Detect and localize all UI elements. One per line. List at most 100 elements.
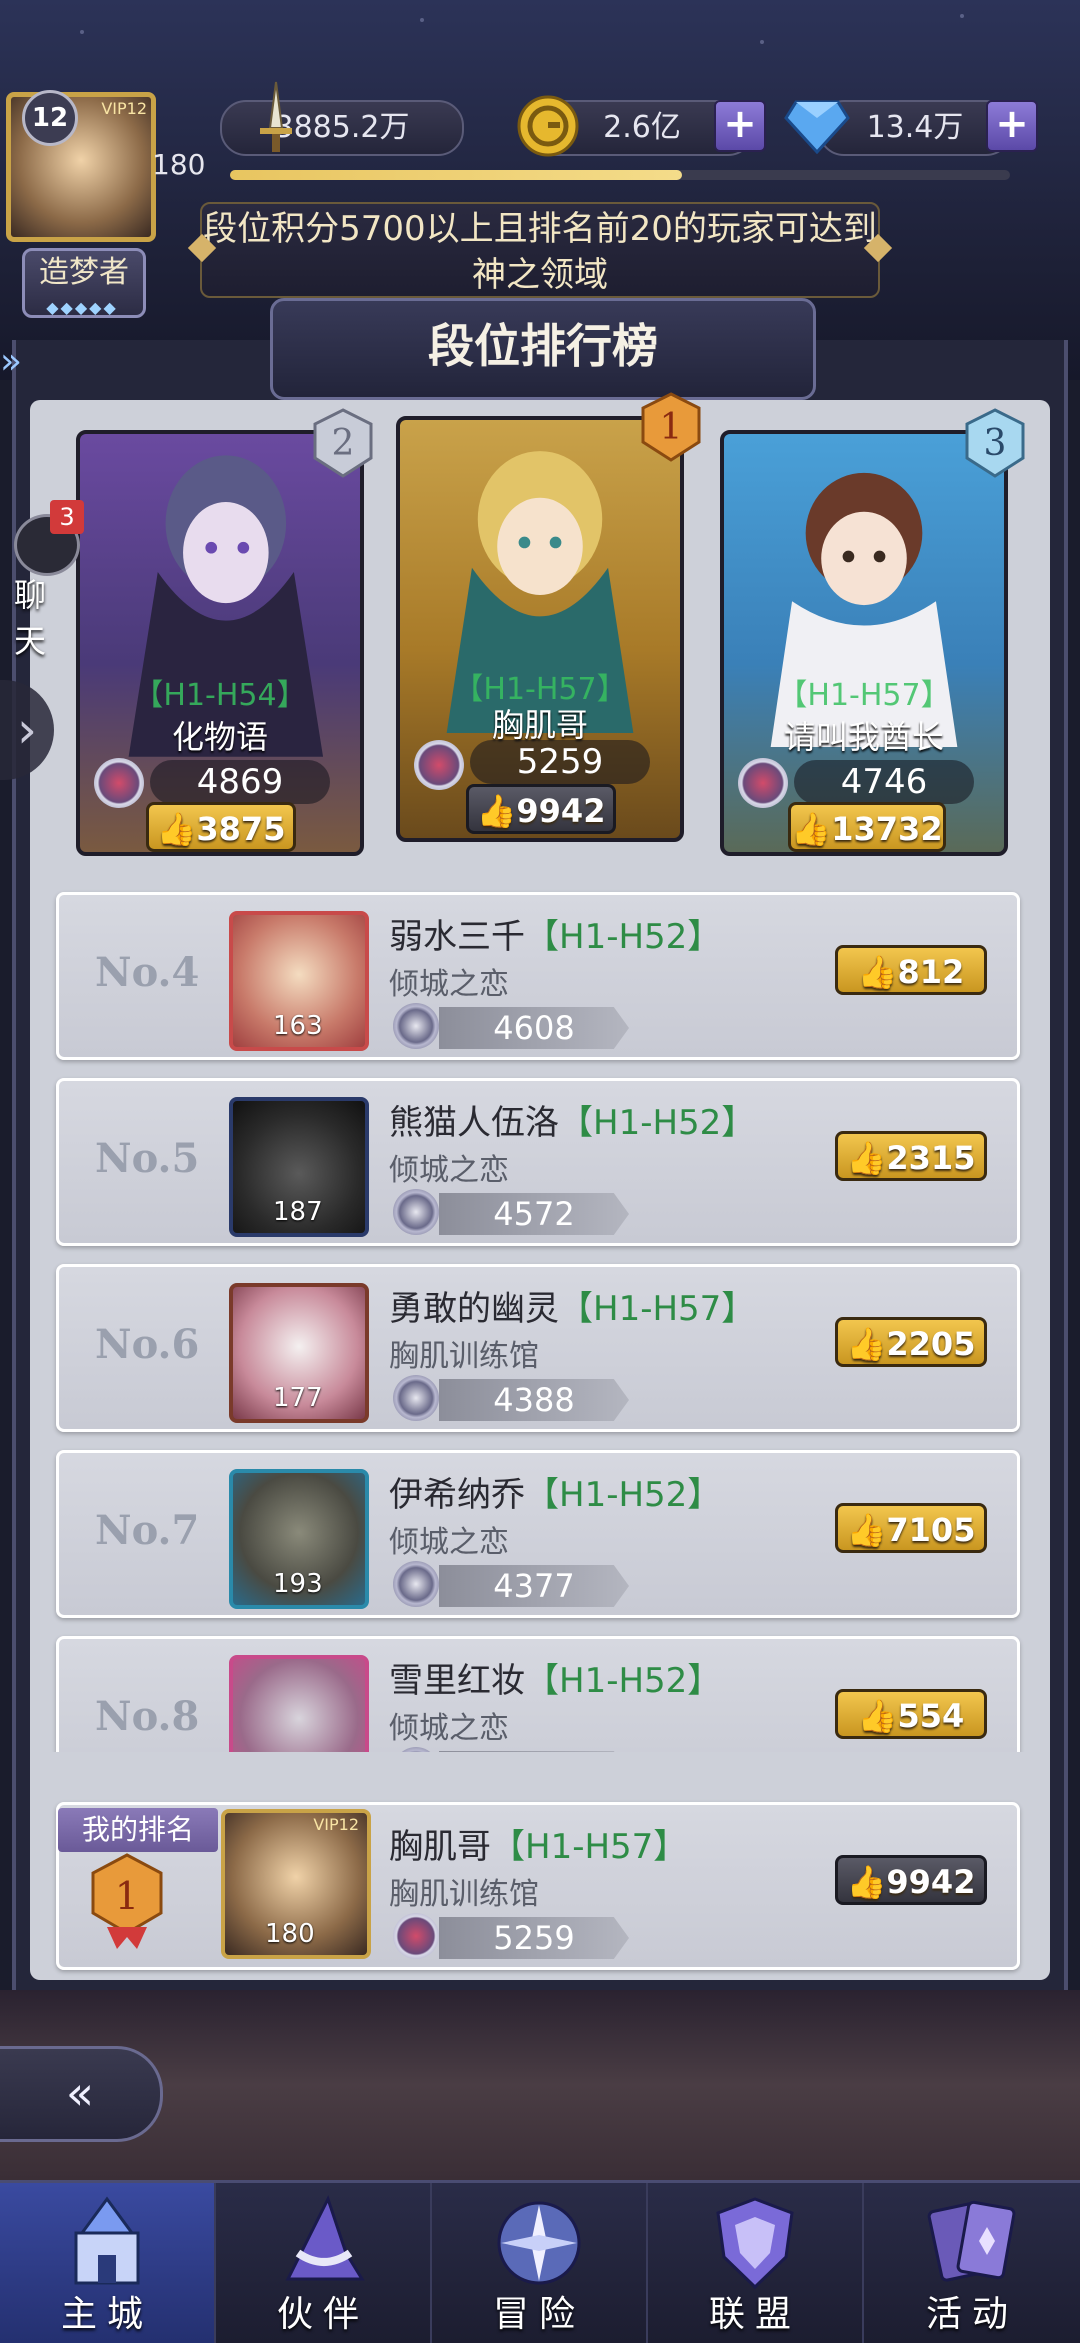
- nav-label: 冒险: [492, 2294, 585, 2335]
- nav-tab-alliance[interactable]: 联盟: [648, 2183, 864, 2343]
- nav-tab-adventure[interactable]: 冒险: [432, 2183, 648, 2343]
- my-name-text: 胸肌哥: [389, 1827, 491, 1867]
- nav-tab-events[interactable]: 活动: [864, 2183, 1080, 2343]
- rank-score: 4377: [439, 1565, 629, 1607]
- chat-button[interactable]: 3 聊天: [4, 500, 88, 660]
- my-rank-label: 我的排名: [58, 1808, 218, 1852]
- player-name-text: 熊猫人伍洛: [389, 1103, 559, 1143]
- like-count: 2205: [886, 1325, 976, 1363]
- add-gold-button[interactable]: +: [714, 100, 766, 152]
- rank-emblem-icon: [393, 1375, 439, 1421]
- star-decoration: [420, 18, 424, 22]
- chat-label: 聊天: [14, 576, 53, 660]
- like-button[interactable]: 👍554: [835, 1689, 987, 1739]
- player-avatar[interactable]: 193: [229, 1469, 369, 1609]
- table-row[interactable]: No.6 177 勇敢的幽灵【H1-H57】 胸肌训练馆 4388 👍2205: [56, 1264, 1020, 1432]
- my-avatar[interactable]: VIP12 180: [221, 1809, 371, 1959]
- nav-tab-partners[interactable]: 伙伴: [216, 2183, 432, 2343]
- vip-tag: VIP12: [101, 99, 147, 118]
- podium-card-1[interactable]: 【H1-H57】 胸肌哥 5259 👍9942: [396, 416, 684, 842]
- my-server: 【H1-H57】: [491, 1827, 688, 1867]
- diamond-value: 13.4万: [866, 110, 964, 145]
- guild-name: 胸肌训练馆: [389, 1339, 539, 1374]
- rank-score: [439, 1751, 629, 1752]
- medal-rank: 1: [660, 407, 683, 448]
- player-name: 弱水三千【H1-H52】: [389, 909, 721, 958]
- back-button[interactable]: «: [0, 2046, 163, 2142]
- podium-card-2[interactable]: 【H1-H54】 化物语 4869 👍3875: [76, 430, 364, 856]
- podium-server: 【H1-H54】: [133, 678, 307, 713]
- podium-score: 5259: [470, 740, 650, 784]
- nav-tab-main-city[interactable]: 主城: [0, 2183, 216, 2343]
- rank-emblem-icon: [393, 1913, 439, 1959]
- player-server: 【H1-H52】: [559, 1103, 756, 1143]
- guild-name: 倾城之恋: [389, 1153, 509, 1188]
- avatar-level: 163: [273, 1011, 323, 1041]
- rank-emblem-icon: [414, 740, 464, 790]
- nav-label: 联盟: [708, 2294, 801, 2335]
- shield-icon: [716, 2197, 794, 2290]
- like-button[interactable]: 👍13732: [788, 802, 946, 852]
- player-server: 【H1-H52】: [525, 1475, 722, 1515]
- like-count: 812: [897, 953, 965, 991]
- gold-value: 2.6亿: [603, 110, 681, 145]
- rank-emblem-icon: [393, 1189, 439, 1235]
- rank-emblem-icon: [393, 1561, 439, 1607]
- like-button[interactable]: 👍2315: [835, 1131, 987, 1181]
- like-button[interactable]: 👍812: [835, 945, 987, 995]
- player-avatar[interactable]: 187: [229, 1097, 369, 1237]
- like-button[interactable]: 👍2205: [835, 1317, 987, 1367]
- nav-label: 伙伴: [276, 2294, 369, 2335]
- like-count: 9942: [516, 792, 606, 830]
- podium-name: 化物语: [171, 718, 268, 756]
- rank-list[interactable]: No.4 163 弱水三千【H1-H52】 倾城之恋 4608 👍812 No.…: [0, 880, 1080, 1752]
- blue-medal-icon: 3: [965, 408, 1025, 478]
- wizard-hat-icon: [285, 2195, 365, 2281]
- podium-card-3[interactable]: 【H1-H57】 请叫我酋长 4746 👍13732: [720, 430, 1008, 856]
- player-avatar[interactable]: 163: [229, 911, 369, 1051]
- medal-rank: 2: [332, 423, 355, 464]
- like-button[interactable]: 👍3875: [146, 802, 296, 852]
- player-name-text: 勇敢的幽灵: [389, 1289, 559, 1329]
- rank-emblem-icon: [738, 758, 788, 808]
- player-name-text: 弱水三千: [389, 917, 525, 957]
- player-avatar[interactable]: 177: [229, 1283, 369, 1423]
- player-server: 【H1-H57】: [559, 1289, 756, 1329]
- my-guild: 胸肌训练馆: [389, 1877, 539, 1912]
- like-button[interactable]: 👍9942: [466, 784, 616, 834]
- star-decoration: [960, 14, 964, 18]
- castle-icon: [74, 2196, 140, 2285]
- avatar-level: 180: [265, 1919, 315, 1949]
- like-count: 2315: [886, 1139, 976, 1177]
- like-button[interactable]: 👍7105: [835, 1503, 987, 1553]
- rank-emblem-icon: [94, 758, 144, 808]
- star-decoration: [760, 40, 764, 44]
- player-name: 勇敢的幽灵【H1-H57】: [389, 1281, 755, 1330]
- my-name: 胸肌哥【H1-H57】: [389, 1819, 687, 1868]
- rank-notice: 段位积分5700以上且排名前20的玩家可达到神之领域: [200, 202, 880, 298]
- nav-label: 主城: [60, 2294, 153, 2335]
- vip-level-badge: 12: [22, 90, 78, 146]
- like-count: 7105: [886, 1511, 976, 1549]
- table-row[interactable]: No.4 163 弱水三千【H1-H52】 倾城之恋 4608 👍812: [56, 892, 1020, 1060]
- double-chevron-icon[interactable]: »: [0, 332, 30, 392]
- sword-icon: [260, 81, 292, 152]
- add-diamond-button[interactable]: +: [986, 100, 1038, 152]
- leaderboard-title: 段位排行榜: [270, 298, 816, 400]
- player-avatar[interactable]: [229, 1655, 369, 1752]
- like-count: 13732: [831, 810, 943, 848]
- podium-score: 4869: [150, 760, 330, 804]
- table-row[interactable]: No.7 193 伊希纳乔【H1-H52】 倾城之恋 4377 👍7105: [56, 1450, 1020, 1618]
- gold-coin-icon: [517, 95, 579, 157]
- like-count: 9942: [886, 1863, 976, 1901]
- table-row[interactable]: No.8 雪里红妆【H1-H52】 倾城之恋 👍554: [56, 1636, 1020, 1752]
- player-name-text: 伊希纳乔: [389, 1475, 525, 1515]
- medal-rank: 3: [984, 423, 1007, 464]
- rank-score: 4388: [439, 1379, 629, 1421]
- podium-name: 请叫我酋长: [783, 718, 944, 756]
- chat-unread-badge: 3: [50, 500, 84, 534]
- table-row[interactable]: No.5 187 熊猫人伍洛【H1-H52】 倾城之恋 4572 👍2315: [56, 1078, 1020, 1246]
- avatar-level: 177: [273, 1383, 323, 1413]
- rank-emblem-icon: [393, 1003, 439, 1049]
- bottom-navigation: 主城 伙伴 冒险 联盟 活动: [0, 2180, 1080, 2343]
